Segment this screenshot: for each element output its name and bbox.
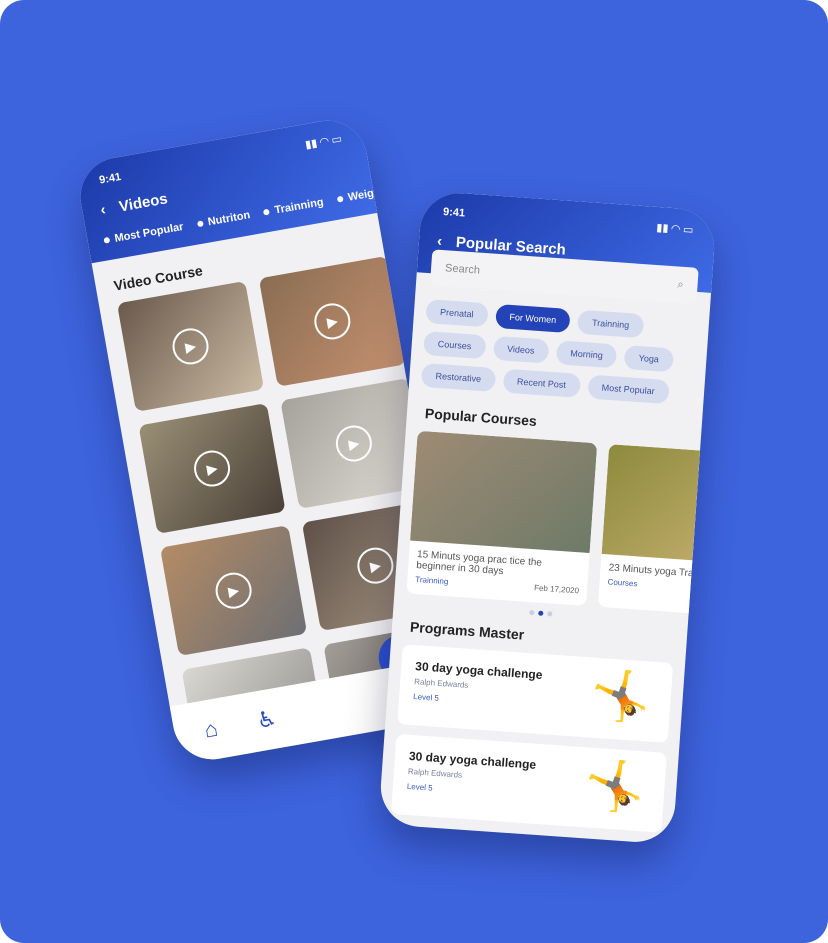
filter-chip[interactable]: Prenatal xyxy=(425,299,489,328)
play-icon[interactable]: ▶ xyxy=(212,569,255,612)
yoga-pose-image: 🤸 xyxy=(582,758,647,816)
course-tag: Trainning xyxy=(415,574,449,587)
course-image xyxy=(410,430,598,554)
program-card[interactable]: 30 day yoga challenge Ralph Edwards Level … xyxy=(390,733,667,833)
play-icon[interactable]: ▶ xyxy=(333,422,375,465)
play-icon[interactable]: ▶ xyxy=(311,300,354,343)
search-placeholder: Search xyxy=(444,262,481,277)
search-phone: 9:41 ▮▮ ◠ ▭ ‹ Popular Search Search ⌕ Prena… xyxy=(378,190,717,845)
tab-training[interactable]: Trainning xyxy=(263,196,325,218)
background: 9:41 ▮▮ ◠ ▭ ‹ Videos Most Popular Nutriton… xyxy=(0,0,828,943)
course-card[interactable]: 23 Minuts yoga Trainning in 30 daysCours… xyxy=(597,444,717,620)
chip-list: Prenatal For Women Trainning Courses Videos M… xyxy=(409,284,710,406)
course-image xyxy=(601,444,717,567)
program-list: 30 day yoga challenge Ralph Edwards Level … xyxy=(379,643,685,833)
course-date: Feb 17,2020 xyxy=(533,583,580,596)
status-time: 9:41 xyxy=(442,205,466,220)
video-thumbnail[interactable]: ▶ xyxy=(116,280,265,412)
filter-chip[interactable]: Trainning xyxy=(577,309,644,339)
play-icon[interactable]: ▶ xyxy=(169,325,212,368)
tab-weight-loss[interactable]: Weight Loss xyxy=(336,181,413,206)
signal-wifi-battery-icon: ▮▮ ◠ ▭ xyxy=(655,221,694,237)
home-icon[interactable]: ⌂ xyxy=(202,716,220,744)
course-carousel: 15 Minuts yoga prac tice the beginner in… xyxy=(394,430,717,620)
search-icon[interactable]: ⌕ xyxy=(677,278,684,291)
carousel-dot[interactable] xyxy=(547,611,553,617)
play-icon[interactable]: ▶ xyxy=(354,544,397,587)
carousel-dot[interactable] xyxy=(529,609,535,616)
back-icon[interactable]: ‹ xyxy=(99,201,107,219)
filter-chip[interactable]: Courses xyxy=(423,330,487,360)
yoga-pose-image: 🤸 xyxy=(589,668,653,726)
back-icon[interactable]: ‹ xyxy=(436,233,442,250)
video-thumbnail[interactable]: ▶ xyxy=(160,525,308,657)
filter-chip[interactable]: Yoga xyxy=(623,345,674,373)
tab-nutrition[interactable]: Nutriton xyxy=(196,209,251,230)
filter-chip[interactable]: Videos xyxy=(492,335,550,364)
carousel-dot[interactable] xyxy=(538,610,544,616)
course-card[interactable]: 15 Minuts yoga prac tice the beginner in… xyxy=(406,430,598,606)
accessibility-icon[interactable]: ♿ xyxy=(255,705,279,734)
video-thumbnail[interactable]: ▶ xyxy=(138,403,286,534)
filter-chip[interactable]: Morning xyxy=(555,340,618,369)
filter-chip[interactable]: For Women xyxy=(494,303,571,334)
filter-chip[interactable]: Restorative xyxy=(420,362,496,392)
video-thumbnail[interactable]: ▶ xyxy=(258,255,406,387)
course-tag: Courses xyxy=(607,577,638,589)
play-icon[interactable]: ▶ xyxy=(191,447,233,490)
tab-most-popular[interactable]: Most Popular xyxy=(103,221,185,247)
